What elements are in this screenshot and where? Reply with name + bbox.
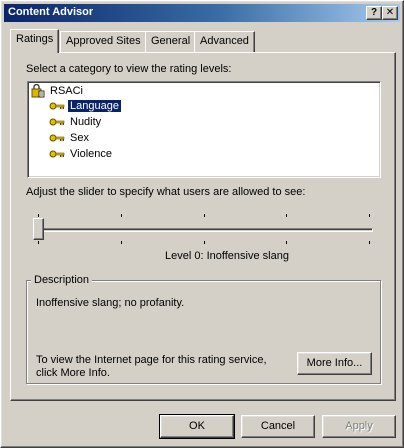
tree-item-label: Nudity: [70, 116, 102, 128]
tree-item-language[interactable]: Language: [49, 99, 122, 114]
cancel-button[interactable]: Cancel: [241, 415, 315, 438]
slider-prompt: Adjust the slider to specify what users …: [26, 186, 306, 198]
description-title: Description: [31, 274, 93, 286]
category-prompt: Select a category to view the rating lev…: [26, 63, 232, 75]
window-title: Content Advisor: [8, 6, 94, 18]
help-button[interactable]: ?: [366, 6, 382, 20]
more-info-button[interactable]: More Info...: [297, 352, 372, 375]
key-icon: [49, 118, 65, 126]
tree-item-violence[interactable]: Violence: [49, 148, 114, 162]
tree-item-sex[interactable]: Sex: [49, 132, 91, 146]
tree-item-label: Violence: [70, 148, 112, 160]
level-text: Level 0: Inoffensive slang: [165, 250, 289, 262]
service-text-line1: To view the Internet page for this ratin…: [36, 354, 267, 366]
tab-general[interactable]: General: [145, 31, 197, 52]
tab-ratings[interactable]: Ratings: [10, 29, 60, 53]
rating-system-icon: [31, 84, 45, 98]
tab-approved-sites-label: Approved Sites: [66, 35, 141, 47]
category-tree[interactable]: RSACi Language Nudity Sex Violence: [27, 81, 381, 178]
slider-thumb[interactable]: [33, 218, 44, 240]
tree-item-nudity[interactable]: Nudity: [49, 116, 103, 130]
service-text-line2: click More Info.: [36, 367, 110, 379]
tab-ratings-label: Ratings: [16, 33, 54, 45]
key-icon: [49, 134, 65, 142]
tab-advanced-label: Advanced: [200, 35, 249, 47]
tree-root-label: RSACi: [50, 84, 84, 97]
tree-item-label: Language: [67, 99, 122, 113]
tab-general-label: General: [151, 35, 191, 47]
content-advisor-dialog: Content Advisor ? ✕ Ratings Approved Sit…: [0, 0, 404, 448]
tree-item-label: Sex: [70, 132, 89, 144]
title-bar[interactable]: Content Advisor ? ✕: [4, 4, 400, 22]
key-icon: [49, 150, 65, 158]
apply-button[interactable]: Apply: [322, 415, 396, 438]
slider-track[interactable]: [35, 228, 373, 232]
tab-approved-sites[interactable]: Approved Sites: [60, 31, 147, 52]
description-text: Inoffensive slang; no profanity.: [36, 297, 185, 309]
tree-root-rsaci[interactable]: RSACi: [31, 84, 85, 98]
tab-advanced[interactable]: Advanced: [194, 31, 255, 52]
close-button[interactable]: ✕: [382, 6, 398, 20]
key-icon: [49, 102, 65, 110]
ok-button[interactable]: OK: [159, 414, 235, 439]
